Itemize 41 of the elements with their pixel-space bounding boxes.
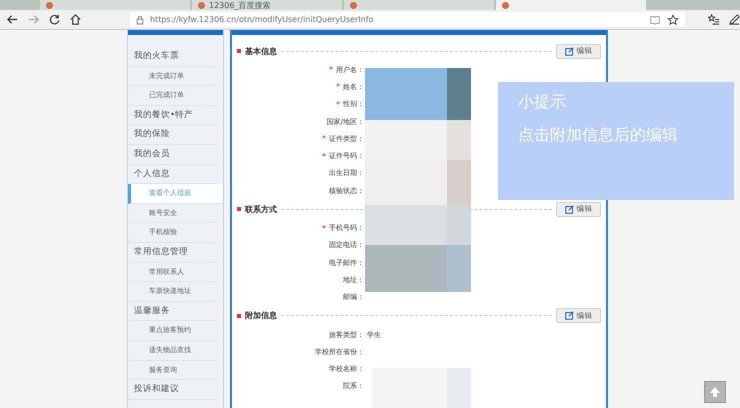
required-asterisk: * [329, 65, 333, 74]
sidebar-item[interactable]: 我的餐饮•特产 [128, 106, 217, 126]
sidebar-item[interactable]: 我的火车票 [128, 47, 217, 67]
browser-tab[interactable] [496, 0, 646, 10]
lock-icon [136, 14, 144, 24]
section-marker [237, 314, 241, 318]
sidebar-item[interactable]: 温馨服务 [128, 302, 217, 322]
up-arrow-icon [708, 385, 722, 399]
sidebar-item[interactable]: 投诉和建议 [128, 380, 217, 400]
sidebar-item[interactable]: 常用信息管理 [128, 242, 217, 263]
tip-title: 小提示 [518, 92, 567, 113]
pen-icon[interactable] [728, 13, 740, 26]
required-asterisk: * [322, 152, 326, 161]
back-icon[interactable] [6, 13, 19, 26]
page-icon [350, 2, 357, 9]
section-marker [237, 207, 241, 212]
section-title: 联系方式 [245, 204, 277, 215]
sidebar-item[interactable]: 我的保险 [128, 125, 217, 145]
edit-icon [564, 46, 574, 56]
page-icon [502, 2, 509, 9]
star-icon[interactable] [667, 14, 679, 26]
required-asterisk: * [322, 134, 326, 144]
favorites-icon[interactable] [707, 13, 720, 26]
reading-view-icon[interactable] [649, 14, 661, 26]
section-title: 附加信息 [245, 310, 277, 322]
edit-icon [564, 311, 574, 320]
page-icon [198, 2, 205, 9]
browser-tab[interactable]: 12306_百度搜索 [192, 0, 342, 10]
page-icon [46, 2, 53, 9]
home-icon[interactable] [69, 13, 82, 26]
required-asterisk: * [336, 100, 340, 109]
required-asterisk: * [336, 82, 340, 92]
scroll-top-button[interactable] [704, 381, 726, 403]
tip-text: 点击附加信息后的编辑 [518, 125, 679, 146]
edit-icon [564, 204, 574, 214]
address-field[interactable]: https://kyfw.12306.cn/otn/modifyUser/initQueryUserInfo [130, 12, 685, 27]
sidebar-item[interactable]: 我的会员 [128, 144, 217, 165]
section-title: 基本信息 [245, 46, 277, 56]
refresh-icon[interactable] [48, 13, 61, 26]
section-marker [237, 49, 241, 53]
required-asterisk: * [322, 224, 326, 233]
